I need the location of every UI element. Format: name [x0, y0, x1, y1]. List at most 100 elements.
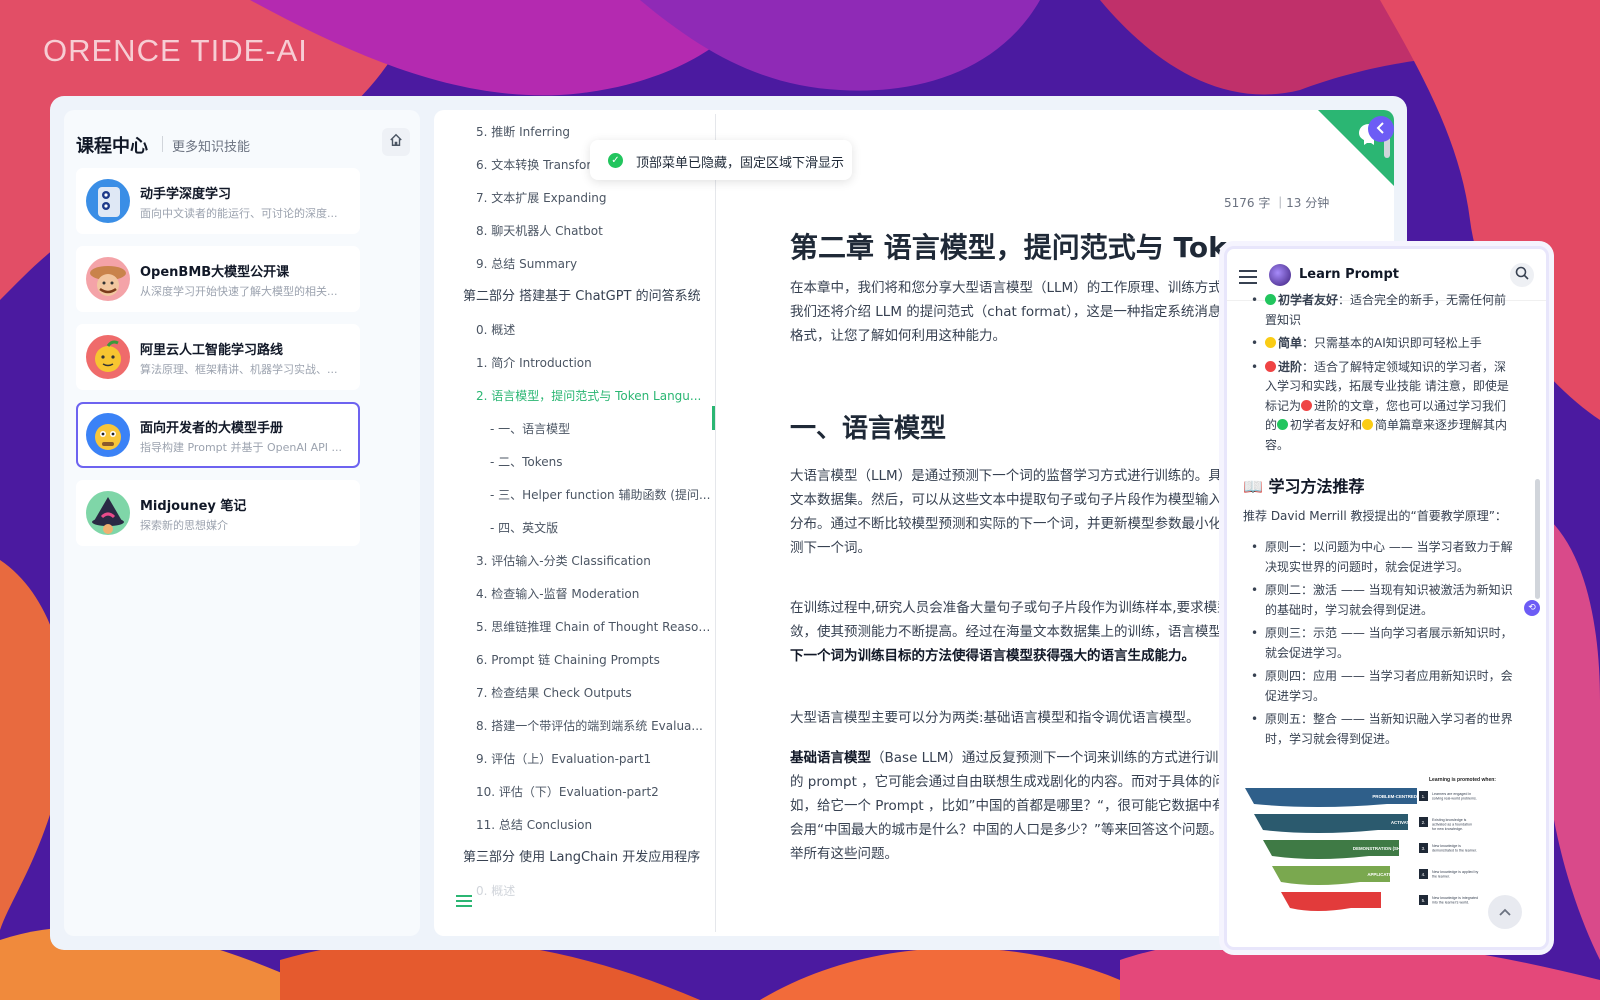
toc-item[interactable]: 9. 总结 Summary — [476, 254, 577, 274]
funnel-heading: Learning is promoted when: — [1429, 777, 1496, 783]
brand-logo-text: ORENCE TIDE-AI — [43, 33, 308, 68]
funnel-level-label: INTEGRATION — [1387, 898, 1417, 903]
toc-item[interactable]: 8. 搭建一个带评估的端到端系统 Evalua... — [476, 716, 712, 736]
table-of-contents: 5. 推断 Inferring 6. 文本转换 Transforming 7. … — [442, 114, 716, 932]
toc-active-indicator — [712, 406, 715, 430]
course-name: 面向开发者的大模型手册 — [140, 421, 284, 436]
toc-item-active[interactable]: 2. 语言模型，提问范式与 Token Langu... — [476, 386, 708, 406]
list-item: 初学者友好：适合完全的新手，无需任何前置知识 — [1243, 291, 1513, 330]
course-desc: 探索新的思想媒介 — [140, 519, 228, 532]
funnel-level-label: DEMONSTRATION (SHOW ME) — [1353, 846, 1418, 851]
funnel-level-number: 1. — [1422, 794, 1426, 799]
list-item: 进阶：适合了解特定领域知识的学习者，深入学习和实践，拓展专业技能 请注意，即使是… — [1243, 358, 1513, 456]
home-icon — [390, 133, 402, 146]
toc-subitem[interactable]: - 四、英文版 — [490, 518, 558, 538]
funnel-level-number: 2. — [1422, 820, 1426, 825]
level-text: ：只需基本的AI知识即可轻松上手 — [1302, 336, 1482, 350]
list-icon — [456, 895, 472, 907]
principle-item: 原则五：整合 —— 当新知识融入学习者的世界时，学习就会得到促进。 — [1243, 710, 1513, 749]
app-window: 课程中心 更多知识技能 动手学深度学习 面向中文读者的能运行、可讨论的深度...… — [50, 96, 1407, 950]
avatar — [86, 413, 130, 457]
principle-item: 原则二：激活 —— 当现有知识被激活为新知识的基础时，学习就会得到促进。 — [1243, 581, 1513, 620]
section-heading: 一、语言模型 — [790, 414, 947, 444]
course-card-active[interactable]: 面向开发者的大模型手册 指导构建 Prompt 并基于 OpenAI API .… — [76, 402, 360, 468]
toc-item[interactable]: 5. 推断 Inferring — [476, 122, 570, 142]
green-dot-icon — [1265, 294, 1276, 305]
toc-item[interactable]: 0. 概述 — [476, 881, 515, 901]
learn-prompt-logo — [1269, 264, 1291, 286]
toc-item[interactable]: 7. 检查结果 Check Outputs — [476, 683, 632, 703]
course-card[interactable]: 阿里云人工智能学习路线 算法原理、框架精讲、机器学习实战、... — [76, 324, 360, 390]
course-card[interactable]: OpenBMB大模型公开课 从深度学习开始快速了解大模型的相关... — [76, 246, 360, 312]
toc-item[interactable]: 10. 评估（下）Evaluation-part2 — [476, 782, 659, 802]
principle-item: 原则一：以问题为中心 —— 当学习者致力于解决现实世界的问题时，就会促进学习。 — [1243, 538, 1513, 577]
course-sidebar: 课程中心 更多知识技能 动手学深度学习 面向中文读者的能运行、可讨论的深度...… — [64, 110, 420, 936]
red-dot-icon — [1265, 360, 1276, 372]
level-label: 初学者友好 — [1278, 293, 1339, 307]
principle-item: 原则三：示范 —— 当向学习者展示新知识时，就会促进学习。 — [1243, 624, 1513, 663]
principle-item: 原则四：应用 —— 当学习者应用新知识时，会促进学习。 — [1243, 667, 1513, 706]
funnel-level-text: New knowledge is demonstrated to the lear… — [1432, 844, 1477, 852]
toc-subitem[interactable]: - 二、Tokens — [490, 452, 563, 472]
toc-section[interactable]: 第三部分 使用 LangChain 开发应用程序 — [463, 848, 700, 868]
funnel-level-label: ACTIVATION — [1391, 820, 1417, 825]
course-desc: 面向中文读者的能运行、可讨论的深度... — [140, 207, 338, 220]
toc-item[interactable]: 1. 简介 Introduction — [476, 353, 592, 373]
header-divider — [162, 136, 163, 152]
course-list: 动手学深度学习 面向中文读者的能运行、可讨论的深度... OpenBMB大模型公… — [76, 168, 360, 558]
toc-section[interactable]: 第二部分 搭建基于 ChatGPT 的问答系统 — [463, 287, 701, 307]
history-icon[interactable]: ⟲ — [1524, 600, 1540, 616]
avatar — [86, 257, 130, 301]
hamburger-icon[interactable] — [1239, 265, 1257, 289]
funnel-level-number: 4. — [1422, 872, 1426, 877]
funnel-level-text: New knowledge is integrated into the lear… — [1432, 896, 1478, 904]
funnel-level-text: Existing knowledge is activated as a foun… — [1432, 818, 1472, 831]
course-name: 阿里云人工智能学习路线 — [140, 343, 284, 358]
back-to-top-button[interactable] — [1488, 895, 1522, 929]
toast-notification: ✓ 顶部菜单已隐藏，固定区域下滑显示 — [590, 140, 852, 180]
mobile-scrollbar[interactable] — [1535, 479, 1540, 599]
mobile-title: Learn Prompt — [1299, 267, 1400, 282]
course-desc: 从深度学习开始快速了解大模型的相关... — [140, 285, 338, 298]
mobile-content: 初学者友好：适合完全的新手，无需任何前置知识 简单：只需基本的AI知识即可轻松上… — [1243, 291, 1513, 753]
section-intro: 推荐 David Merrill 教授提出的“首要教学原理”： — [1243, 508, 1507, 523]
red-dot-icon — [1301, 399, 1313, 411]
toc-item[interactable]: 5. 思维链推理 Chain of Thought Reasoni... — [476, 617, 712, 637]
toc-item[interactable]: 0. 概述 — [476, 320, 515, 340]
toc-subitem[interactable]: - 一、语言模型 — [490, 419, 570, 439]
avatar — [86, 179, 130, 223]
toc-item[interactable]: 8. 聊天机器人 Chatbot — [476, 221, 603, 241]
home-button[interactable] — [382, 128, 410, 156]
toc-item[interactable]: 4. 检查输入-监督 Moderation — [476, 584, 639, 604]
course-card[interactable]: Midjouney 笔记 探索新的思想媒介 — [76, 480, 360, 546]
sidebar-header: 课程中心 更多知识技能 — [76, 124, 410, 160]
toc-subitem[interactable]: - 三、Helper function 辅助函数 (提问... — [490, 485, 712, 505]
avatar — [86, 335, 130, 379]
toast-text: 顶部菜单已隐藏，固定区域下滑显示 — [636, 156, 845, 171]
yellow-dot-icon — [1265, 337, 1276, 348]
toc-item[interactable]: 9. 评估（上）Evaluation-part1 — [476, 749, 651, 769]
funnel-level-number: 5. — [1422, 898, 1426, 903]
toc-item[interactable]: 3. 评估输入-分类 Classification — [476, 551, 651, 571]
toc-item[interactable]: 6. Prompt 链 Chaining Prompts — [476, 650, 660, 670]
mobile-preview: Learn Prompt 初学者友好：适合完全的新手，无需任何前置知识 简单：只… — [1224, 246, 1549, 950]
funnel-level-band — [1281, 892, 1381, 911]
collapse-button[interactable] — [1368, 116, 1394, 142]
sidebar-title: 课程中心 — [76, 136, 148, 157]
course-name: OpenBMB大模型公开课 — [140, 265, 290, 280]
more-skills-link[interactable]: 更多知识技能 — [172, 136, 250, 155]
green-dot-icon — [1277, 419, 1289, 430]
level-label: 进阶 — [1278, 359, 1303, 374]
list-item: 简单：只需基本的AI知识即可轻松上手 — [1243, 334, 1513, 354]
search-icon[interactable] — [1510, 263, 1534, 287]
toc-item[interactable]: 11. 总结 Conclusion — [476, 815, 592, 835]
course-card[interactable]: 动手学深度学习 面向中文读者的能运行、可讨论的深度... — [76, 168, 360, 234]
toc-toggle-button[interactable] — [456, 892, 472, 913]
funnel-level-label: APPLICATION (LET ME) — [1367, 872, 1417, 877]
avatar — [86, 491, 130, 535]
funnel-level-text: New knowledge is applied by the learner. — [1432, 870, 1479, 878]
funnel-level-label: PROBLEM-CENTRED — [1372, 794, 1417, 799]
funnel-level-number: 3. — [1422, 846, 1426, 851]
toc-item[interactable]: 7. 文本扩展 Expanding — [476, 188, 607, 208]
course-name: Midjouney 笔记 — [140, 499, 247, 514]
